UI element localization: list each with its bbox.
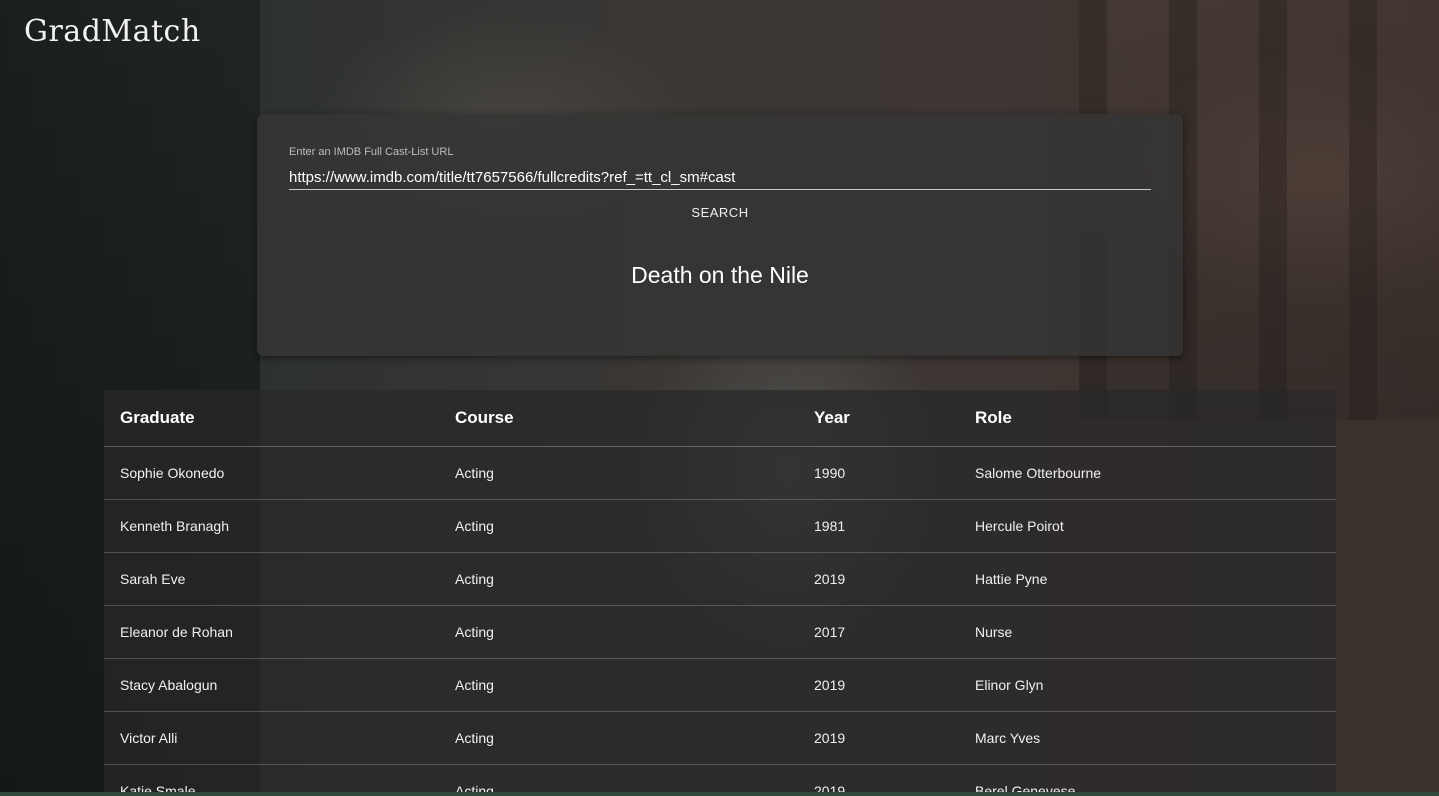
table-row: Victor Alli Acting 2019 Marc Yves	[104, 711, 1336, 765]
cell-year: 2019	[798, 658, 959, 712]
table-row: Katie Smale Acting 2019 Berel Genevese	[104, 764, 1336, 792]
table-header-row: Graduate Course Year Role	[104, 390, 1336, 447]
cell-course: Acting	[439, 658, 798, 712]
cell-graduate: Victor Alli	[104, 711, 439, 765]
cell-role: Hercule Poirot	[959, 499, 1336, 553]
app-logo[interactable]: GradMatch	[24, 14, 201, 49]
cell-graduate: Eleanor de Rohan	[104, 605, 439, 659]
cell-year: 1990	[798, 446, 959, 500]
header-graduate: Graduate	[104, 390, 439, 447]
header-course: Course	[439, 390, 798, 447]
cell-course: Acting	[439, 605, 798, 659]
cell-course: Acting	[439, 764, 798, 792]
cell-graduate: Kenneth Branagh	[104, 499, 439, 553]
cell-role: Nurse	[959, 605, 1336, 659]
cell-course: Acting	[439, 552, 798, 606]
search-button[interactable]: SEARCH	[677, 200, 763, 224]
cell-course: Acting	[439, 711, 798, 765]
cell-role: Elinor Glyn	[959, 658, 1336, 712]
cell-graduate: Sarah Eve	[104, 552, 439, 606]
cell-role: Marc Yves	[959, 711, 1336, 765]
cell-graduate: Sophie Okonedo	[104, 446, 439, 500]
table-row: Sophie Okonedo Acting 1990 Salome Otterb…	[104, 446, 1336, 500]
cell-year: 2017	[798, 605, 959, 659]
header-year: Year	[798, 390, 959, 447]
cell-year: 2019	[798, 711, 959, 765]
url-field-label: Enter an IMDB Full Cast-List URL	[289, 146, 454, 158]
imdb-url-input[interactable]	[289, 166, 1151, 190]
cell-year: 2019	[798, 552, 959, 606]
table-row: Kenneth Branagh Acting 1981 Hercule Poir…	[104, 499, 1336, 553]
movie-title: Death on the Nile	[631, 262, 809, 288]
cell-course: Acting	[439, 499, 798, 553]
results-table: Graduate Course Year Role Sophie Okonedo…	[104, 390, 1336, 792]
cell-course: Acting	[439, 446, 798, 500]
table-row: Eleanor de Rohan Acting 2017 Nurse	[104, 605, 1336, 659]
table-row: Sarah Eve Acting 2019 Hattie Pyne	[104, 552, 1336, 606]
page-bottom-edge	[0, 792, 1439, 796]
search-card: Enter an IMDB Full Cast-List URL SEARCH …	[257, 114, 1183, 356]
table-row: Stacy Abalogun Acting 2019 Elinor Glyn	[104, 658, 1336, 712]
cell-graduate: Stacy Abalogun	[104, 658, 439, 712]
cell-role: Salome Otterbourne	[959, 446, 1336, 500]
cell-year: 1981	[798, 499, 959, 553]
cell-role: Berel Genevese	[959, 764, 1336, 792]
cell-year: 2019	[798, 764, 959, 792]
header-role: Role	[959, 390, 1336, 447]
cell-graduate: Katie Smale	[104, 764, 439, 792]
cell-role: Hattie Pyne	[959, 552, 1336, 606]
